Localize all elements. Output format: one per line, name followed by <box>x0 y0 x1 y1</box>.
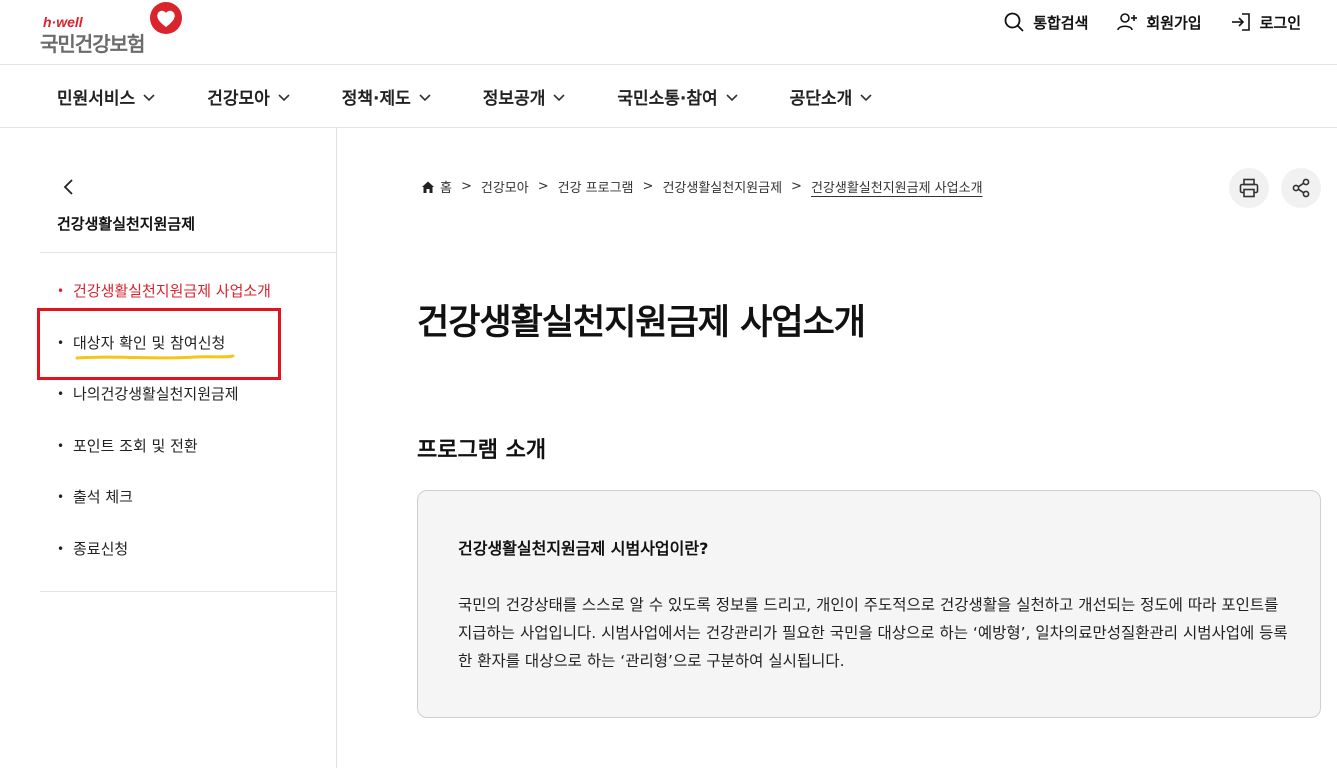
chevron-left-icon[interactable] <box>60 178 76 196</box>
section-title: 프로그램 소개 <box>417 438 547 463</box>
gnb-label: 건강모아 <box>207 89 270 109</box>
sidebar: 건강생활실천지원금제 • 건강생활실천지원금제 사업소개 • 대상자 확인 및 참여… <box>0 128 337 768</box>
sidebar-item-label: 종료신청 <box>73 539 129 558</box>
sidebar-item-label: 건강생활실천지원금제 사업소개 <box>73 282 271 300</box>
breadcrumb-separator: > <box>537 179 549 194</box>
sidebar-item-attendance[interactable]: • 출석 체크 <box>57 486 271 538</box>
top-header: h·well 국민건강보험 통합검색 회원가입 로그인 <box>0 0 1337 65</box>
search-link[interactable]: 통합검색 <box>1003 10 1088 34</box>
breadcrumb-separator: > <box>642 179 654 194</box>
bullet: • <box>57 387 65 401</box>
gnb-item-civil-service[interactable]: 민원서비스 <box>57 84 155 109</box>
breadcrumb-program[interactable]: 건강생활실천지원금제 <box>662 177 782 196</box>
gnb-item-participation[interactable]: 국민소통·참여 <box>617 84 738 109</box>
login-link[interactable]: 로그인 <box>1230 10 1301 34</box>
info-box-question: 건강생활실천지원금제 시범사업이란? <box>458 539 709 558</box>
login-label: 로그인 <box>1259 13 1301 32</box>
bullet: • <box>57 335 65 350</box>
logo-name-text: 국민건강보험 <box>40 32 145 56</box>
chevron-down-icon <box>143 93 155 101</box>
sidebar-item-termination[interactable]: • 종료신청 <box>57 538 271 590</box>
bullet: • <box>57 541 65 556</box>
sidebar-item-label: 포인트 조회 및 전환 <box>73 436 198 455</box>
gnb-label: 공단소개 <box>789 89 853 109</box>
gnb-label: 정보공개 <box>482 89 546 109</box>
breadcrumb-separator: > <box>791 179 802 194</box>
gnb-item-policy[interactable]: 정책·제도 <box>342 84 431 109</box>
chevron-down-icon <box>726 93 738 101</box>
program-info-box: 건강생활실천지원금제 시범사업이란? 국민의 건강상태를 스스로 알 수 있도록… <box>417 490 1321 718</box>
info-box-description: 국민의 건강상태를 스스로 알 수 있도록 정보를 드리고, 개인이 주도적으로… <box>458 596 1288 670</box>
gnb-label: 국민소통·참여 <box>617 89 718 109</box>
sidebar-item-label: 출석 체크 <box>73 488 133 506</box>
nhis-logo[interactable]: h·well 국민건강보험 <box>40 2 190 56</box>
gnb-item-about[interactable]: 공단소개 <box>790 84 873 109</box>
gnb-label: 민원서비스 <box>57 89 136 109</box>
breadcrumb: 홈 > 건강모아 > 건강 프로그램 > 건강생활실천지원금제 > 건강생활실천… <box>421 177 983 196</box>
signup-label: 회원가입 <box>1146 13 1202 32</box>
printer-icon <box>1239 178 1259 198</box>
sidebar-divider <box>40 252 337 253</box>
share-icon <box>1292 178 1310 198</box>
chevron-down-icon <box>278 93 290 101</box>
breadcrumb-current[interactable]: 건강생활실천지원금제 사업소개 <box>811 177 983 196</box>
sidebar-menu: • 건강생활실천지원금제 사업소개 • 대상자 확인 및 참여신청 • 나의건강생활실… <box>57 280 271 589</box>
main-navigation: 민원서비스 건강모아 정책·제도 정보공개 국민소통·참여 공단소개 <box>0 65 1337 128</box>
gnb-label: 정책·제도 <box>341 89 411 109</box>
utility-links: 통합검색 회원가입 로그인 <box>1003 10 1301 34</box>
login-icon <box>1231 13 1250 31</box>
sidebar-item-label: 대상자 확인 및 참여신청 <box>73 333 226 352</box>
sidebar-item-label: 나의건강생활실천지원금제 <box>73 385 239 403</box>
chevron-down-icon <box>860 93 872 101</box>
sidebar-item-eligibility-apply[interactable]: • 대상자 확인 및 참여신청 <box>57 332 271 384</box>
breadcrumb-health[interactable]: 건강모아 <box>481 177 529 196</box>
page-title: 건강생활실천지원금제 사업소개 <box>417 303 866 343</box>
add-user-icon <box>1117 13 1138 31</box>
bullet: • <box>57 284 65 298</box>
search-icon <box>1004 12 1024 32</box>
print-button[interactable] <box>1229 168 1269 208</box>
sidebar-item-program-intro[interactable]: • 건강생활실천지원금제 사업소개 <box>57 280 271 332</box>
chevron-down-icon <box>553 93 565 101</box>
search-label: 통합검색 <box>1033 13 1089 32</box>
heart-logo-icon <box>150 2 182 34</box>
gnb-item-health[interactable]: 건강모아 <box>207 84 290 109</box>
bullet: • <box>57 490 65 504</box>
gnb-item-disclosure[interactable]: 정보공개 <box>483 84 566 109</box>
bullet: • <box>57 438 65 453</box>
breadcrumb-health-program[interactable]: 건강 프로그램 <box>558 177 634 196</box>
home-icon[interactable] <box>421 180 435 194</box>
share-button[interactable] <box>1281 168 1321 208</box>
breadcrumb-home[interactable]: 홈 <box>440 177 452 196</box>
chevron-down-icon <box>419 93 431 101</box>
signup-link[interactable]: 회원가입 <box>1116 10 1202 34</box>
breadcrumb-separator: > <box>460 179 472 194</box>
sidebar-item-my-program[interactable]: • 나의건강생활실천지원금제 <box>57 383 271 435</box>
sidebar-title: 건강생활실천지원금제 <box>57 215 196 233</box>
sidebar-divider <box>40 591 337 592</box>
sidebar-item-points[interactable]: • 포인트 조회 및 전환 <box>57 435 271 487</box>
